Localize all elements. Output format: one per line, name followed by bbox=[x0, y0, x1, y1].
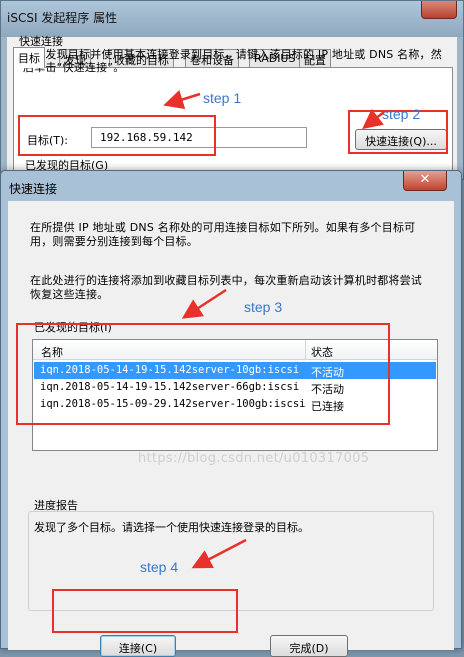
annotation-arrows bbox=[163, 89, 385, 569]
step1-arrow bbox=[163, 89, 201, 110]
step4-arrow bbox=[191, 538, 247, 569]
step2-arrow bbox=[362, 108, 385, 130]
step3-arrow bbox=[181, 288, 227, 319]
tab-targets[interactable]: 目标 bbox=[13, 47, 45, 68]
